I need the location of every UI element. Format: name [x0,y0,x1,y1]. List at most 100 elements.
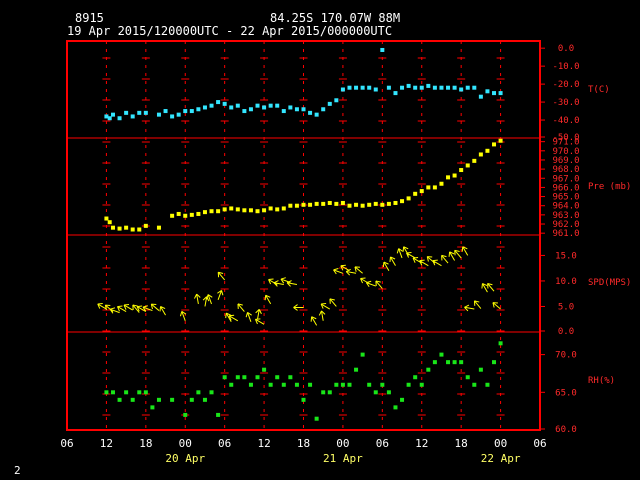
temperature-point [400,85,405,90]
wind-arrow [237,303,245,312]
pressure-point [321,201,326,206]
wind-arrow-head [225,313,227,319]
wind-arrow-head [413,257,419,259]
temperature-point [183,109,188,114]
humidity-point [367,382,372,387]
humidity-point [170,397,175,402]
humidity-point [216,412,221,417]
wind-arrow-head [117,305,123,308]
wind-arrow [441,254,449,264]
wind-arrow [396,248,404,259]
humidity-point [235,375,240,380]
wind-arrow [454,249,462,259]
x-hour-label: 06 [60,437,73,450]
wind-arrow [481,283,488,293]
humidity-point [354,367,359,372]
x-hour-label: 06 [218,437,231,450]
pressure-point [294,203,299,208]
wind-arrow-head [396,248,400,254]
pressure-point [439,181,444,186]
humidity-point [137,390,142,395]
humidity-point [288,375,293,380]
wind-arrow-head [310,316,313,322]
humidity-point [386,390,391,395]
wind-arrow-head [464,304,470,308]
chart-marks [97,47,503,421]
humidity-point [465,375,470,380]
wind-arrow-head [194,293,198,299]
wind-arrow [310,316,318,326]
wind-arrow [365,280,376,288]
temperature-point [143,110,148,115]
temperature-point [202,105,207,110]
temperature-point [117,116,122,121]
x-hour-label: 12 [100,437,113,450]
wind-arrow-head [448,251,451,257]
temperature-point [439,85,444,90]
pressure-point [110,225,115,230]
humidity-point [110,390,115,395]
pressure-point [156,225,161,230]
wind-arrow-head [179,311,183,317]
temperature-point [413,85,418,90]
temperature-point [130,114,135,119]
wind-arrow [461,246,469,256]
temperature-tick-label: -10.0 [552,62,579,72]
temperature-point [301,107,306,112]
pressure-point [170,213,175,218]
temperature-point [472,85,477,90]
wind-arrow [217,290,224,301]
pressure-point [393,200,398,205]
humidity-point [347,382,352,387]
wind-arrow [150,303,160,311]
pressure-point [327,200,332,205]
humidity-point [268,382,273,387]
temperature-point [367,85,372,90]
wind-tick-label: 0.0 [558,327,574,337]
wind-arrow [217,271,226,281]
temperature-tick-label: -40.0 [552,116,579,126]
temperature-point [170,114,175,119]
pressure-point [485,148,490,153]
temperature-point [308,110,313,115]
pressure-point [107,220,112,225]
wind-tick-label: 5.0 [558,302,574,312]
temperature-tick-label: -20.0 [552,80,579,90]
pressure-point [202,210,207,215]
humidity-point [492,360,497,365]
wind-arrow-head [461,246,464,252]
wind-arrow [194,293,201,305]
pressure-point [478,152,483,157]
temperature-point [209,103,214,108]
temperature-point [465,85,470,90]
pressure-point [176,211,181,216]
humidity-point [143,390,148,395]
pressure-tick-label: 961.0 [552,229,579,239]
pressure-point [432,185,437,190]
pressure-point [137,227,142,232]
humidity-point [255,375,260,380]
wind-axis-label: SPD(MPS) [588,278,631,288]
humidity-point [459,360,464,365]
wind-arrow [464,304,475,312]
humidity-point [400,397,405,402]
humidity-tick-label: 65.0 [555,388,577,398]
wind-arrow-head [280,277,286,280]
humidity-point [222,375,227,380]
temperature-tick-label: -30.0 [552,98,579,108]
temperature-point [275,103,280,108]
pressure-point [248,208,253,213]
wind-arrow-head [97,303,103,305]
humidity-point [262,367,267,372]
temperature-point [314,112,319,117]
humidity-point [209,390,214,395]
temperature-point [478,94,483,99]
x-hour-label: 06 [533,437,546,450]
temperature-point [406,83,411,88]
wind-arrow [123,304,133,311]
wind-tick-label: 15.0 [555,251,577,261]
wind-arrow-head [432,259,438,262]
wind-arrow [487,283,495,292]
humidity-point [406,382,411,387]
temperature-point [242,109,247,114]
